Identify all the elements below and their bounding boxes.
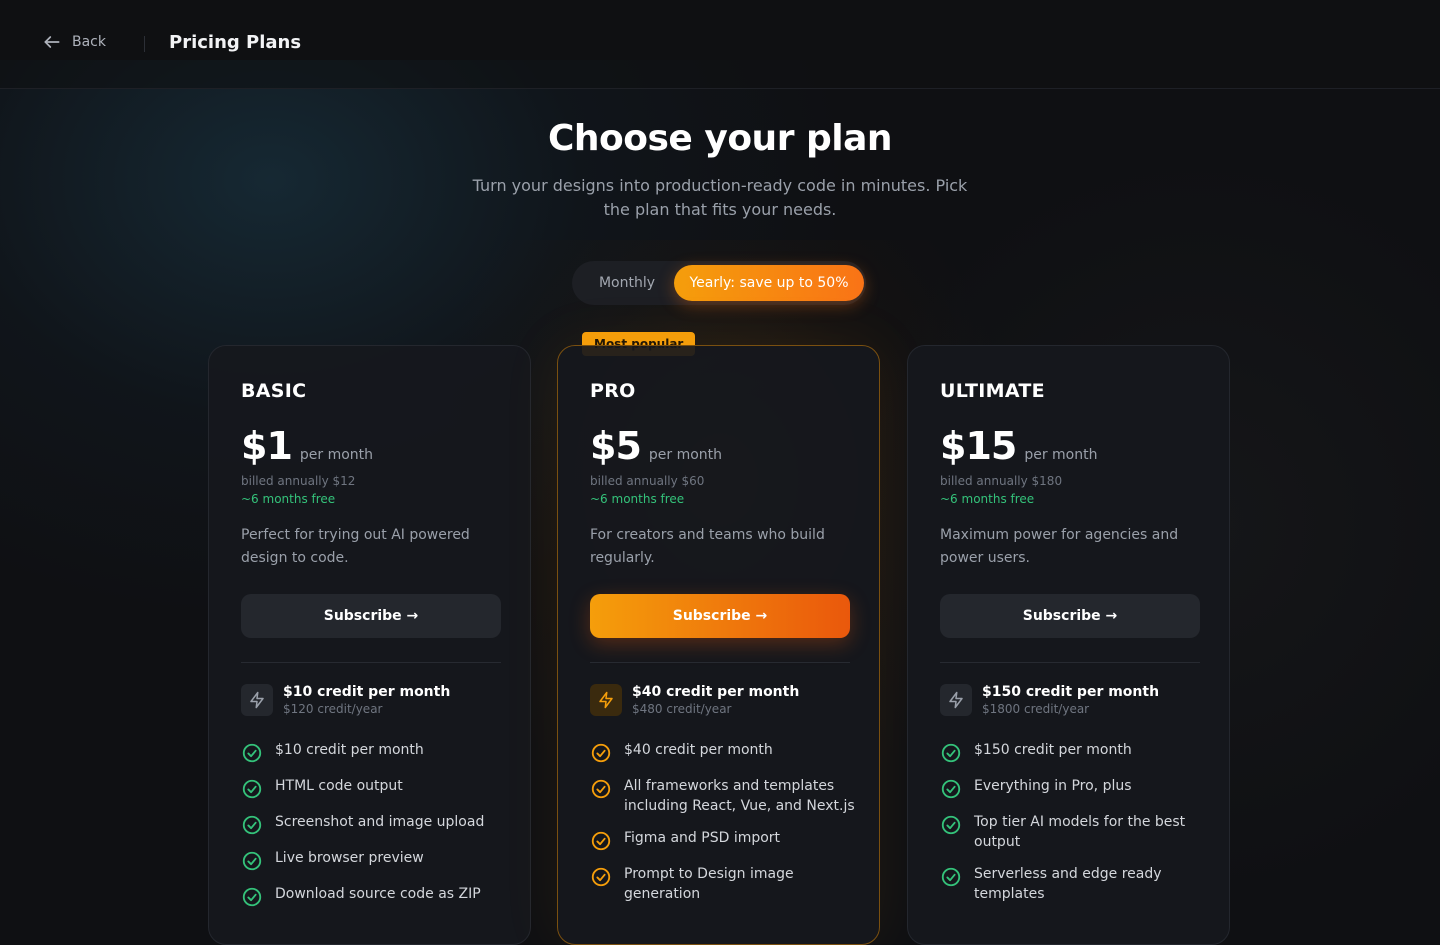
feature-text: HTML code output: [275, 778, 403, 794]
credit-yearly: $120 credit/year: [283, 702, 383, 716]
list-item: $40 credit per month: [590, 740, 860, 764]
feature-text: $40 credit per month: [624, 742, 773, 758]
list-item: All frameworks and templates including R…: [590, 776, 860, 816]
feature-list: $10 credit per month HTML code output Sc…: [241, 740, 511, 920]
credit-title: $150 credit per month: [982, 684, 1160, 700]
check-circle-icon: [242, 779, 262, 799]
feature-text: Screenshot and image upload: [275, 814, 485, 830]
plan-card-pro: PRO $5 per month billed annually $60 ~6 …: [557, 345, 880, 945]
months-free: ~6 months free: [590, 492, 685, 506]
card-divider: [940, 662, 1200, 663]
credit-summary: $150 credit per month $1800 credit/year: [940, 684, 1159, 716]
list-item: HTML code output: [241, 776, 511, 800]
lightning-bolt-icon: [250, 691, 264, 709]
plan-price: $1: [241, 424, 293, 468]
check-circle-icon: [242, 743, 262, 763]
bolt-icon-wrap: [590, 684, 622, 716]
feature-text: Serverless and edge ready templates: [974, 866, 1162, 902]
plan-description: For creators and teams who build regular…: [590, 527, 825, 566]
subscribe-button-pro[interactable]: Subscribe →: [590, 594, 850, 638]
toggle-monthly[interactable]: Monthly: [578, 265, 676, 301]
plan-price: $5: [590, 424, 642, 468]
feature-text: Everything in Pro, plus: [974, 778, 1132, 794]
card-divider: [241, 662, 501, 663]
header-divider: [144, 36, 145, 52]
check-circle-icon: [591, 779, 611, 799]
arrow-left-icon: [44, 36, 60, 48]
list-item: Serverless and edge ready templates: [940, 864, 1210, 904]
toggle-yearly[interactable]: Yearly: save up to 50%: [674, 265, 864, 301]
list-item: $150 credit per month: [940, 740, 1210, 764]
plan-price: $15: [940, 424, 1017, 468]
credit-summary: $10 credit per month $120 credit/year: [241, 684, 450, 716]
price-period: per month: [1024, 447, 1098, 463]
check-circle-icon: [242, 887, 262, 907]
check-circle-icon: [941, 743, 961, 763]
list-item: Download source code as ZIP: [241, 884, 511, 908]
hero-subtitle: Turn your designs into production-ready …: [472, 176, 968, 219]
credit-summary: $40 credit per month $480 credit/year: [590, 684, 799, 716]
check-circle-icon: [242, 815, 262, 835]
feature-text: $150 credit per month: [974, 742, 1132, 758]
billing-toggle: Monthly Yearly: save up to 50%: [572, 261, 866, 305]
feature-text: $10 credit per month: [275, 742, 424, 758]
feature-text: Top tier AI models for the best output: [974, 814, 1186, 850]
feature-list: $150 credit per month Everything in Pro,…: [940, 740, 1210, 916]
list-item: Figma and PSD import: [590, 828, 860, 852]
credit-yearly: $480 credit/year: [632, 702, 732, 716]
list-item: $10 credit per month: [241, 740, 511, 764]
check-circle-icon: [591, 831, 611, 851]
price-row: $15 per month: [940, 424, 1097, 468]
feature-text: Figma and PSD import: [624, 830, 781, 846]
credit-yearly: $1800 credit/year: [982, 702, 1090, 716]
months-free: ~6 months free: [241, 492, 336, 506]
bolt-icon-wrap: [940, 684, 972, 716]
subscribe-button-basic[interactable]: Subscribe →: [241, 594, 501, 638]
credit-title: $10 credit per month: [283, 684, 451, 700]
back-button[interactable]: Back: [42, 32, 106, 52]
bolt-icon-wrap: [241, 684, 273, 716]
page-title: Pricing Plans: [169, 32, 302, 53]
credit-title: $40 credit per month: [632, 684, 800, 700]
price-period: per month: [299, 447, 374, 463]
check-circle-icon: [591, 867, 611, 887]
check-circle-icon: [941, 815, 961, 835]
billed-annually: billed annually $60: [590, 474, 705, 488]
lightning-bolt-icon: [599, 691, 613, 709]
list-item: Top tier AI models for the best output: [940, 812, 1210, 852]
list-item: Everything in Pro, plus: [940, 776, 1210, 800]
plan-name: PRO: [590, 380, 636, 402]
plan-name: BASIC: [241, 380, 307, 402]
hero-title: Choose your plan: [547, 118, 893, 159]
list-item: Screenshot and image upload: [241, 812, 511, 836]
check-circle-icon: [941, 867, 961, 887]
feature-text: All frameworks and templates including R…: [624, 778, 855, 814]
subscribe-button-ultimate[interactable]: Subscribe →: [940, 594, 1200, 638]
card-divider: [590, 662, 850, 663]
lightning-bolt-icon: [949, 691, 963, 709]
billed-annually: billed annually $12: [241, 474, 356, 488]
feature-text: Download source code as ZIP: [275, 886, 481, 902]
plan-card-ultimate: ULTIMATE $15 per month billed annually $…: [907, 345, 1230, 945]
price-period: per month: [648, 447, 723, 463]
plan-name: ULTIMATE: [940, 380, 1045, 402]
billed-annually: billed annually $180: [940, 474, 1063, 488]
feature-list: $40 credit per month All frameworks and …: [590, 740, 860, 916]
list-item: Live browser preview: [241, 848, 511, 872]
back-label: Back: [72, 34, 106, 50]
check-circle-icon: [242, 851, 262, 871]
list-item: Prompt to Design image generation: [590, 864, 860, 904]
plan-card-basic: BASIC $1 per month billed annually $12 ~…: [208, 345, 531, 945]
plan-description: Perfect for trying out AI powered design…: [241, 527, 470, 566]
feature-text: Live browser preview: [275, 850, 424, 866]
months-free: ~6 months free: [940, 492, 1035, 506]
top-header: Back Pricing Plans: [0, 0, 1440, 89]
price-row: $1 per month: [241, 424, 373, 468]
price-row: $5 per month: [590, 424, 722, 468]
check-circle-icon: [941, 779, 961, 799]
check-circle-icon: [591, 743, 611, 763]
plan-description: Maximum power for agencies and power use…: [940, 527, 1179, 566]
feature-text: Prompt to Design image generation: [624, 866, 794, 902]
